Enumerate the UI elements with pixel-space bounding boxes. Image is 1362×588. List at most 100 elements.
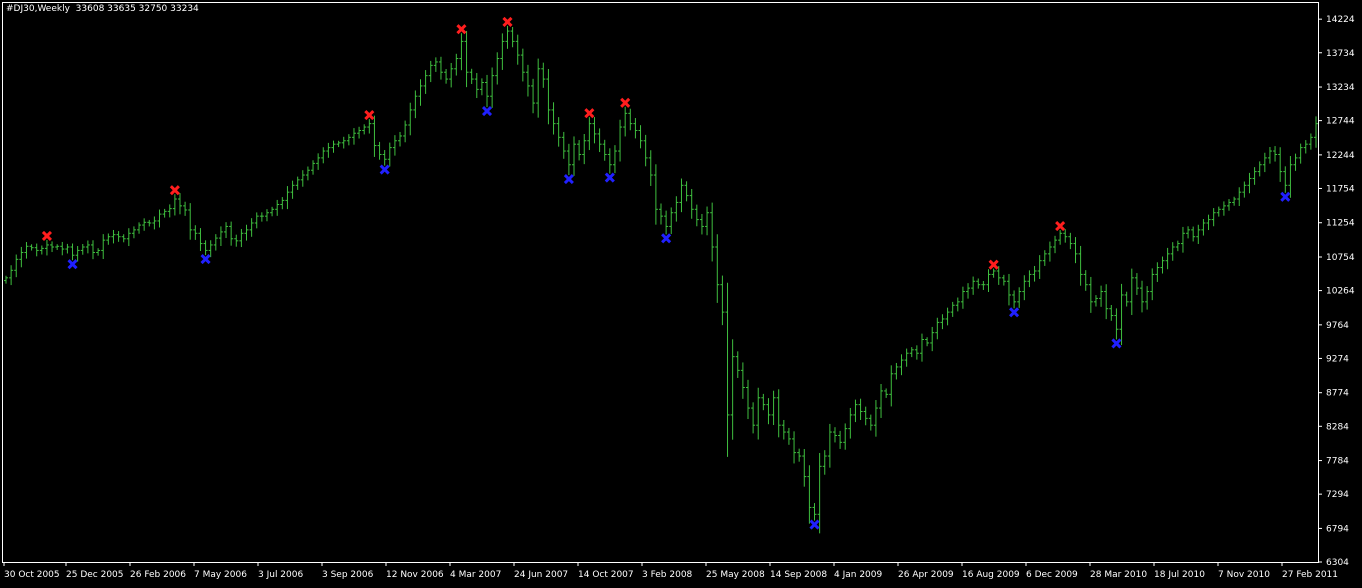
buy-signal-marker: [67, 259, 78, 270]
ohlc-bar: [44, 239, 49, 256]
y-axis: 14224 13734 13234 12744 12244 11754 11254 10754…: [1318, 15, 1355, 568]
ohlc-bar: [162, 208, 167, 218]
sell-signal-marker: [1055, 221, 1066, 232]
ohlc-bar: [485, 74, 490, 108]
y-tick-label: 7294: [1326, 490, 1349, 500]
ohlc-bar: [1119, 283, 1124, 346]
ohlc-bar: [822, 450, 827, 475]
ohlc-bar: [65, 243, 70, 254]
ohlc-bar: [1037, 255, 1042, 279]
ohlc-bar: [1104, 284, 1109, 320]
buy-signal-marker: [481, 105, 493, 117]
buy-signal-marker: [200, 254, 211, 265]
ohlc-bar: [1221, 201, 1226, 216]
ohlc-bar: [249, 218, 254, 237]
ohlc-bar: [198, 228, 203, 252]
y-tick-label: 13234: [1326, 83, 1355, 93]
ohlc-bar: [280, 197, 285, 210]
ohlc-bar: [1170, 242, 1175, 261]
ohlc-bar: [142, 218, 147, 231]
ohlc-bar: [802, 448, 807, 487]
ohlc-bar: [1032, 265, 1037, 282]
ohlc-bar: [1175, 240, 1180, 252]
ohlc-bar: [935, 317, 940, 340]
ohlc-bar: [75, 245, 80, 262]
ohlc-bar: [300, 170, 305, 187]
chart-canvas[interactable]: 14224 13734 13234 12744 12244 11754 11254 10754…: [0, 0, 1362, 584]
ohlc-bar: [479, 78, 484, 96]
ohlc-bar: [1283, 166, 1288, 193]
ohlc-bar: [577, 140, 582, 161]
ohlc-bar: [986, 269, 991, 292]
sell-signal-marker: [988, 259, 999, 270]
ohlc-bar: [367, 119, 372, 134]
ohlc-bar: [925, 337, 930, 347]
ohlc-bar: [1165, 247, 1170, 270]
ohlc-bar: [1191, 226, 1196, 242]
ohlc-bar: [239, 228, 244, 248]
ohlc-bar: [966, 283, 971, 299]
x-tick-label: 24 Jun 2007: [514, 570, 568, 580]
ohlc-bar: [786, 427, 791, 445]
ohlc-bar: [449, 62, 454, 88]
buy-signal-marker: [604, 172, 615, 183]
ohlc-bar: [889, 365, 894, 407]
ohlc-bar: [428, 60, 433, 83]
ohlc-bar: [208, 240, 213, 258]
x-axis: 30 Oct 2005 25 Dec 2005 26 Feb 2006 7 May 2…: [3, 562, 1338, 580]
ohlc-bar: [838, 430, 843, 449]
y-tick-label: 10264: [1326, 287, 1355, 297]
buy-signal-marker: [661, 233, 672, 244]
ohlc-bar: [1063, 229, 1068, 243]
ohlc-bar: [612, 145, 617, 174]
ohlc-bar: [720, 275, 725, 326]
ohlc-bar: [904, 348, 909, 367]
y-tick-label: 9764: [1326, 321, 1349, 331]
x-tick-label: 6 Dec 2009: [1026, 570, 1078, 580]
ohlc-bar: [751, 402, 756, 434]
ohlc-bar: [643, 134, 648, 167]
ohlc-bar: [515, 34, 520, 65]
ohlc-bar: [213, 234, 218, 251]
x-tick-label: 25 Dec 2005: [66, 570, 124, 580]
ohlc-bar: [1262, 152, 1267, 173]
ohlc-bar: [812, 503, 817, 521]
ohlc-bar: [853, 399, 858, 423]
ohlc-bar: [945, 307, 950, 326]
ohlc-bar: [710, 202, 715, 262]
ohlc-bar: [357, 126, 362, 139]
ohlc-bar: [295, 176, 300, 190]
ohlc-bar: [469, 68, 474, 85]
ohlc-bar: [1155, 262, 1160, 282]
ohlc-bar: [398, 131, 403, 147]
ohlc-bar: [1247, 172, 1252, 194]
y-tick-label: 7784: [1326, 457, 1349, 467]
chart[interactable]: #DJ30,Weekly 33608 33635 32750 33234 142…: [0, 0, 1362, 584]
ohlc-bar: [689, 188, 694, 219]
ohlc-bar: [126, 228, 131, 247]
ohlc-bar: [137, 222, 142, 234]
ohlc-bar: [152, 216, 157, 230]
ohlc-bar: [454, 53, 459, 76]
ohlc-bar: [894, 362, 899, 380]
ohlc-bar: [259, 212, 264, 222]
ohlc-bar: [305, 166, 310, 181]
ohlc-bar: [1022, 275, 1027, 301]
buy-signal-marker: [379, 164, 390, 175]
ohlc-bar: [884, 388, 889, 398]
ohlc-bar: [1042, 250, 1047, 266]
buy-signal-marker: [1280, 191, 1291, 202]
ohlc-bar: [776, 389, 781, 438]
y-tick-label: 6304: [1326, 558, 1349, 568]
ohlc-bar: [587, 117, 592, 151]
ohlc-bar: [341, 136, 346, 149]
ohlc-bar: [761, 393, 766, 411]
x-tick-label: 26 Apr 2009: [898, 570, 954, 580]
y-tick-label: 14224: [1326, 15, 1355, 25]
ohlc-bar: [1088, 276, 1093, 313]
ohlc-bar: [536, 58, 541, 118]
ohlc-bar: [735, 351, 740, 378]
ohlc-bar: [377, 141, 382, 160]
plot-frame: [2, 2, 1319, 563]
ohlc-bar: [1006, 273, 1011, 306]
